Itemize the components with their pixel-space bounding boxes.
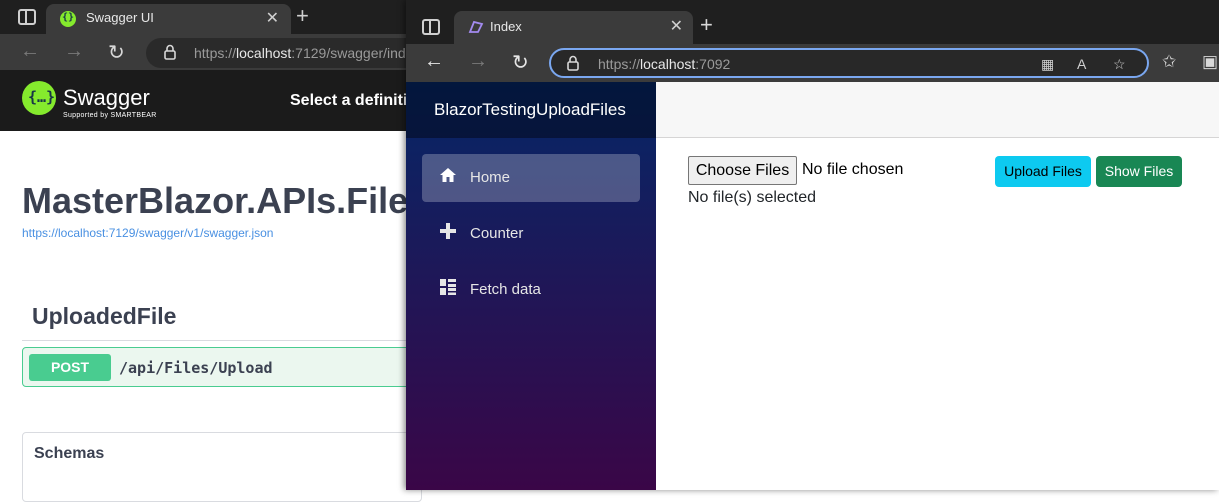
- address-bar[interactable]: https://localhost:7092 ▦ A ☆: [549, 48, 1149, 78]
- favorites-icon[interactable]: ✩: [1162, 52, 1176, 72]
- list-icon: [438, 278, 458, 298]
- back-arrow-icon[interactable]: ←: [20, 40, 40, 63]
- forward-arrow-icon[interactable]: →: [64, 40, 84, 63]
- tab-actions-icon[interactable]: [422, 19, 440, 35]
- sidebar-item-home[interactable]: Home: [422, 154, 640, 202]
- sidebar-item-counter[interactable]: Counter: [422, 210, 640, 258]
- url-text: https://localhost:7092: [598, 56, 731, 72]
- schemas-title: Schemas: [34, 445, 105, 462]
- upload-files-button[interactable]: Upload Files: [995, 156, 1091, 187]
- tab-title: Swagger UI: [86, 10, 154, 25]
- blazor-favicon-icon: [468, 20, 484, 33]
- swagger-json-link[interactable]: https://localhost:7129/swagger/v1/swagge…: [22, 226, 273, 240]
- read-aloud-icon[interactable]: A: [1077, 56, 1086, 72]
- choose-files-button[interactable]: Choose Files: [688, 156, 797, 185]
- lock-icon: [164, 44, 176, 60]
- section-divider: [22, 340, 422, 341]
- file-input-status: No file chosen: [802, 161, 904, 178]
- show-files-button[interactable]: Show Files: [1096, 156, 1182, 187]
- blazor-sidebar: BlazorTestingUploadFiles Home Counter Fe…: [406, 82, 656, 490]
- close-tab-icon[interactable]: ✕: [670, 16, 683, 36]
- sidebar-brand-bar: BlazorTestingUploadFiles: [406, 82, 656, 138]
- swagger-brand: Swagger: [63, 85, 150, 110]
- tab-swagger-ui[interactable]: Swagger UI ✕: [46, 4, 291, 34]
- add-favorite-icon[interactable]: ☆: [1113, 56, 1126, 73]
- front-tab-strip: Index ✕ +: [406, 0, 1219, 44]
- tab-title: Index: [490, 19, 522, 34]
- swagger-favicon-icon: [60, 11, 76, 27]
- plus-icon: [438, 222, 458, 242]
- section-uploadedfile[interactable]: UploadedFile: [32, 303, 176, 330]
- front-toolbar: ← → ↻ https://localhost:7092 ▦ A ☆ ✩ ▣: [406, 44, 1219, 82]
- new-tab-button[interactable]: +: [296, 3, 309, 29]
- sidebar-item-label: Counter: [470, 225, 524, 242]
- app-brand[interactable]: BlazorTestingUploadFiles: [434, 100, 626, 120]
- new-tab-button[interactable]: +: [700, 12, 713, 38]
- swagger-logo-icon: {…}: [22, 81, 56, 115]
- selection-status: No file(s) selected: [688, 189, 817, 206]
- method-badge: POST: [29, 354, 111, 381]
- forward-arrow-icon[interactable]: →: [468, 50, 488, 73]
- collections-icon[interactable]: ▣: [1202, 52, 1218, 72]
- schemas-section[interactable]: Schemas: [22, 432, 422, 502]
- app-available-icon[interactable]: ▦: [1041, 56, 1054, 73]
- swagger-supported-by: Supported by SMARTBEAR: [63, 112, 157, 119]
- operation-path: /api/Files/Upload: [119, 359, 273, 377]
- tab-actions-icon[interactable]: [18, 9, 36, 25]
- tab-index[interactable]: Index ✕: [454, 11, 693, 44]
- refresh-icon[interactable]: ↻: [108, 40, 125, 65]
- blazor-top-row: [656, 82, 1219, 138]
- blazor-browser-window: Index ✕ + ← → ↻ https://localhost:7092 ▦…: [406, 0, 1219, 490]
- sidebar-item-label: Fetch data: [470, 281, 541, 298]
- home-icon: [438, 166, 458, 186]
- close-tab-icon[interactable]: ✕: [266, 8, 279, 28]
- lock-icon: [567, 55, 579, 71]
- sidebar-item-fetch-data[interactable]: Fetch data: [422, 266, 640, 314]
- back-arrow-icon[interactable]: ←: [424, 50, 444, 73]
- operation-post-upload[interactable]: POST /api/Files/Upload: [22, 347, 422, 387]
- sidebar-item-label: Home: [470, 169, 511, 186]
- refresh-icon[interactable]: ↻: [512, 50, 529, 75]
